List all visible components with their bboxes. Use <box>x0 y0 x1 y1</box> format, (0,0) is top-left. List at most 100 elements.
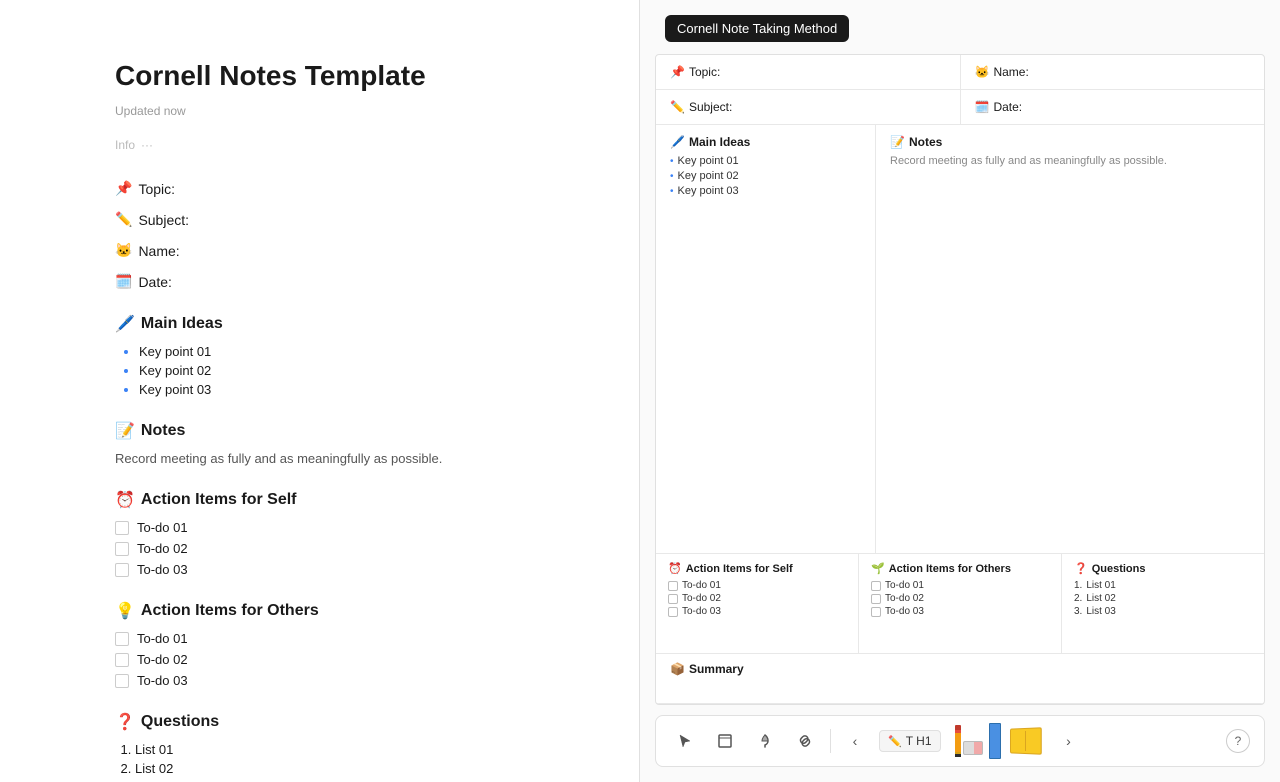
col-questions-icon: ❓ <box>1074 562 1088 575</box>
main-ideas-card-icon: 🖊️ <box>670 135 685 149</box>
notes-heading: 📝 Notes <box>115 421 579 441</box>
action-others-list: To-do 01 To-do 02 To-do 03 <box>115 631 579 688</box>
notes-description: Record meeting as fully and as meaningfu… <box>115 451 579 466</box>
card-row-topic-name: 📌 Topic: 🐱 Name: <box>656 55 1264 90</box>
list-item: Key point 02 <box>139 363 579 378</box>
action-self-title: Action Items for Self <box>141 491 297 509</box>
card-todo-item: To-do 03 <box>871 606 1049 617</box>
todo-checkbox <box>871 581 881 591</box>
todo-checkbox <box>668 581 678 591</box>
checkbox-item[interactable]: To-do 01 <box>115 631 579 646</box>
todo-label: To-do 02 <box>137 652 188 667</box>
pin-tool-icon[interactable] <box>750 726 780 756</box>
questions-emoji: ❓ <box>115 712 135 732</box>
checkbox-item[interactable]: To-do 03 <box>115 562 579 577</box>
main-ideas-card-title: 🖊️ Main Ideas <box>670 135 861 149</box>
col-others-title: 🌱 Action Items for Others <box>871 562 1049 575</box>
todo-checkbox <box>871 607 881 617</box>
checkbox-input[interactable] <box>115 632 129 646</box>
todo-checkbox <box>871 594 881 604</box>
card-todo-item: To-do 02 <box>871 593 1049 604</box>
text-format-label: T H1 <box>906 734 932 748</box>
toolbar-separator <box>830 729 831 753</box>
frame-tool-icon[interactable] <box>710 726 740 756</box>
checkbox-input[interactable] <box>115 563 129 577</box>
todo-label: To-do 02 <box>137 541 188 556</box>
card-summary-row: 📦 Summary <box>656 654 1264 704</box>
checkbox-item[interactable]: To-do 02 <box>115 652 579 667</box>
card-date-label: 🗓️ Date: <box>975 100 1251 114</box>
subject-icon: ✏️ <box>670 100 685 114</box>
page-title: Cornell Notes Template <box>115 60 579 92</box>
col-self-title: ⏰ Action Items for Self <box>668 562 846 575</box>
card-bullet-1: Key point 01 <box>670 155 861 167</box>
toolbar-nav: ‹ <box>841 727 869 755</box>
topic-emoji: 📌 <box>115 180 132 197</box>
help-button[interactable]: ? <box>1226 729 1250 753</box>
todo-label: To-do 01 <box>137 520 188 535</box>
card-list-item: 3.List 03 <box>1074 606 1252 617</box>
questions-title: Questions <box>141 713 219 731</box>
checkbox-input[interactable] <box>115 674 129 688</box>
info-row: Info ··· <box>115 138 579 152</box>
action-self-heading: ⏰ Action Items for Self <box>115 490 579 510</box>
right-panel: Cornell Note Taking Method 📌 Topic: 🐱 Na… <box>640 0 1280 782</box>
notes-card-title: 📝 Notes <box>890 135 1250 149</box>
main-ideas-list: Key point 01 Key point 02 Key point 03 <box>115 344 579 397</box>
checkbox-item[interactable]: To-do 03 <box>115 673 579 688</box>
checkbox-input[interactable] <box>115 542 129 556</box>
date-emoji: 🗓️ <box>115 273 132 290</box>
checkbox-input[interactable] <box>115 653 129 667</box>
card-name-cell: 🐱 Name: <box>961 55 1265 89</box>
card-topic-label: 📌 Topic: <box>670 65 946 79</box>
card-todo-item: To-do 01 <box>668 580 846 591</box>
updated-text: Updated now <box>115 104 579 118</box>
link-tool-icon[interactable] <box>790 726 820 756</box>
card-todo-item: To-do 02 <box>668 593 846 604</box>
list-item: List 02 <box>135 761 579 776</box>
checkbox-item[interactable]: To-do 01 <box>115 520 579 535</box>
card-topic-cell: 📌 Topic: <box>656 55 961 89</box>
questions-heading: ❓ Questions <box>115 712 579 732</box>
cornell-card: 📌 Topic: 🐱 Name: ✏️ Subject: <box>655 54 1265 705</box>
action-self-list: To-do 01 To-do 02 To-do 03 <box>115 520 579 577</box>
subject-emoji: ✏️ <box>115 211 132 228</box>
text-format-badge[interactable]: ✏️ T H1 <box>879 730 941 752</box>
col-self-icon: ⏰ <box>668 562 682 575</box>
pencil-red-icon <box>955 725 961 757</box>
next-button[interactable]: › <box>1055 727 1083 755</box>
text-format-icon: ✏️ <box>888 735 902 748</box>
col-others-icon: 🌱 <box>871 562 885 575</box>
card-todo-item: To-do 01 <box>871 580 1049 591</box>
main-ideas-title: Main Ideas <box>141 315 223 333</box>
notes-emoji: 📝 <box>115 421 135 441</box>
preview-label: Cornell Note Taking Method <box>665 15 849 42</box>
summary-icon: 📦 <box>670 662 685 676</box>
checkbox-input[interactable] <box>115 521 129 535</box>
cursor-tool-icon[interactable] <box>670 726 700 756</box>
todo-label: To-do 03 <box>137 562 188 577</box>
card-subject-label: ✏️ Subject: <box>670 100 946 114</box>
prev-button[interactable]: ‹ <box>841 727 869 755</box>
checkbox-item[interactable]: To-do 02 <box>115 541 579 556</box>
left-panel: Cornell Notes Template Updated now Info … <box>0 0 640 782</box>
card-list-item: 2.List 02 <box>1074 593 1252 604</box>
date-field: 🗓️ Date: <box>115 273 579 290</box>
todo-checkbox <box>668 607 678 617</box>
notes-card-icon: 📝 <box>890 135 905 149</box>
card-name-label: 🐱 Name: <box>975 65 1251 79</box>
name-emoji: 🐱 <box>115 242 132 259</box>
action-others-title: Action Items for Others <box>141 602 319 620</box>
card-date-cell: 🗓️ Date: <box>961 90 1265 124</box>
topic-label: Topic: <box>138 181 175 197</box>
name-field: 🐱Name: <box>115 242 579 259</box>
card-notes-col: 📝 Notes Record meeting as fully and as m… <box>876 125 1264 553</box>
summary-title: 📦 Summary <box>670 662 1250 676</box>
notes-card-desc: Record meeting as fully and as meaningfu… <box>890 155 1250 167</box>
eraser-icon <box>963 741 983 755</box>
help-icon: ? <box>1235 734 1242 748</box>
card-list-item: 1.List 01 <box>1074 580 1252 591</box>
info-dots[interactable]: ··· <box>141 138 153 152</box>
name-icon: 🐱 <box>975 65 990 79</box>
date-label: Date: <box>138 274 171 290</box>
